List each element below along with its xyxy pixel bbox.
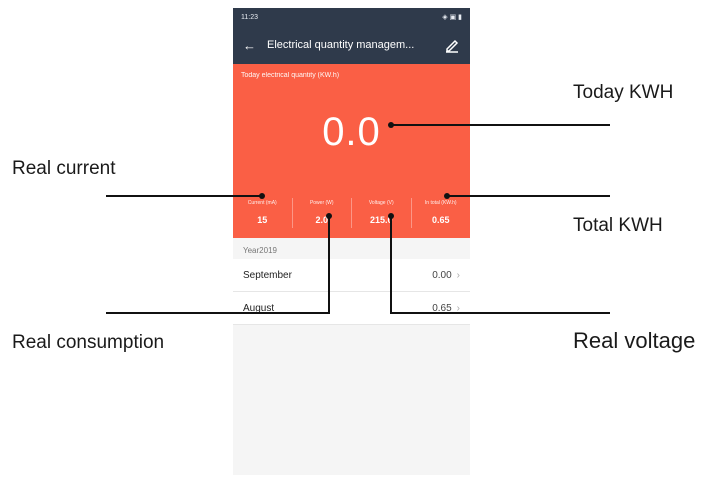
stat-label: Power (W) — [309, 200, 334, 206]
status-bar: 11:23 ◈ ▣ ▮ — [233, 8, 470, 26]
month-name: September — [243, 269, 292, 281]
stat-label: In total (KW.h) — [424, 200, 457, 206]
electricity-summary-card: Today electrical quantity (KW.h) 0.0 Cur… — [233, 64, 470, 238]
month-value: 0.65 — [432, 302, 452, 314]
stat-total: In total (KW.h) 0.65 — [412, 198, 471, 228]
stat-value: 15 — [257, 215, 268, 225]
callout-total-kwh: Total KWH — [573, 215, 663, 236]
callout-today-kwh: Today KWH — [573, 82, 674, 103]
monthly-history-list: Year2019 September 0.00 › August 0.65 › — [233, 238, 470, 325]
status-time: 11:23 — [241, 13, 258, 21]
list-item-september[interactable]: September 0.00 › — [233, 259, 470, 292]
callout-real-current: Real current — [12, 158, 116, 179]
stat-value: 215.0 — [369, 215, 393, 225]
status-icons: ◈ ▣ ▮ — [442, 14, 462, 21]
back-arrow-icon[interactable]: ← — [243, 38, 261, 53]
stat-voltage: Voltage (V) 215.0 — [352, 198, 412, 228]
month-value: 0.00 — [432, 269, 452, 281]
phone-screen: 11:23 ◈ ▣ ▮ ← Electrical quantity manage… — [233, 8, 470, 475]
stat-current: Current (mA) 15 — [233, 198, 293, 228]
chevron-right-icon: › — [456, 269, 460, 281]
today-quantity-label: Today electrical quantity (KW.h) — [241, 72, 340, 79]
edit-pencil-icon[interactable] — [444, 37, 460, 53]
stat-value: 2.0 — [315, 215, 328, 225]
stat-value: 0.65 — [431, 215, 450, 225]
callout-real-consumption: Real consumption — [12, 332, 165, 353]
page-title: Electrical quantity managem... — [267, 39, 415, 51]
today-quantity-value: 0.0 — [322, 110, 381, 154]
month-name: August — [243, 302, 275, 314]
stat-label: Current (mA) — [247, 200, 277, 206]
callout-real-voltage: Real voltage — [573, 328, 696, 353]
year-header: Year2019 — [233, 238, 470, 259]
app-bar: ← Electrical quantity managem... — [233, 26, 470, 64]
chevron-right-icon: › — [456, 302, 460, 314]
stats-row: Current (mA) 15 Power (W) 2.0 Voltage (V… — [233, 198, 470, 228]
stat-label: Voltage (V) — [368, 200, 394, 206]
stat-power: Power (W) 2.0 — [293, 198, 352, 228]
list-item-august[interactable]: August 0.65 › — [233, 292, 470, 325]
